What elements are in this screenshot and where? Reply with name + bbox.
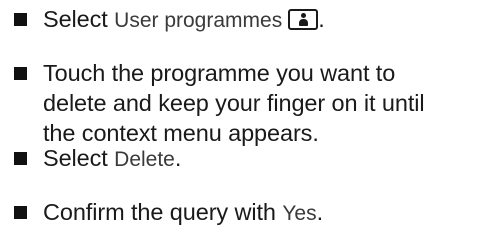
ui-term-user-programmes: User programmes [114,9,283,32]
bullet-square-icon [14,13,27,26]
instruction-list: Select User programmes. Touch the progra… [0,0,478,240]
step-text: Confirm the query with Yes. [43,197,472,229]
step-text: Touch the programme you want to delete an… [43,58,472,148]
step-verb: Select [43,145,108,171]
step-body: Confirm the query with [43,199,276,225]
step-touch-programme: Touch the programme you want to delete an… [14,58,472,148]
step-select-delete: Select Delete. [14,143,472,175]
step-verb: Select [43,6,108,32]
bullet-square-icon [14,206,27,219]
step-text-line-1: Touch the programme you want to [43,60,396,86]
step-select-user-programmes: Select User programmes. [14,4,472,36]
step-text: Select User programmes. [43,4,472,36]
step-end: . [316,199,324,225]
step-text-line-2: delete and keep your finger on it until [43,90,425,116]
step-end: . [174,145,182,171]
bullet-square-icon [14,152,27,165]
step-confirm-query: Confirm the query with Yes. [14,197,472,229]
ui-term-delete: Delete [114,148,175,171]
step-end: . [318,6,325,32]
ui-term-yes: Yes [282,202,317,225]
step-text: Select Delete. [43,143,472,175]
user-programmes-icon [288,9,319,30]
bullet-square-icon [14,67,27,80]
